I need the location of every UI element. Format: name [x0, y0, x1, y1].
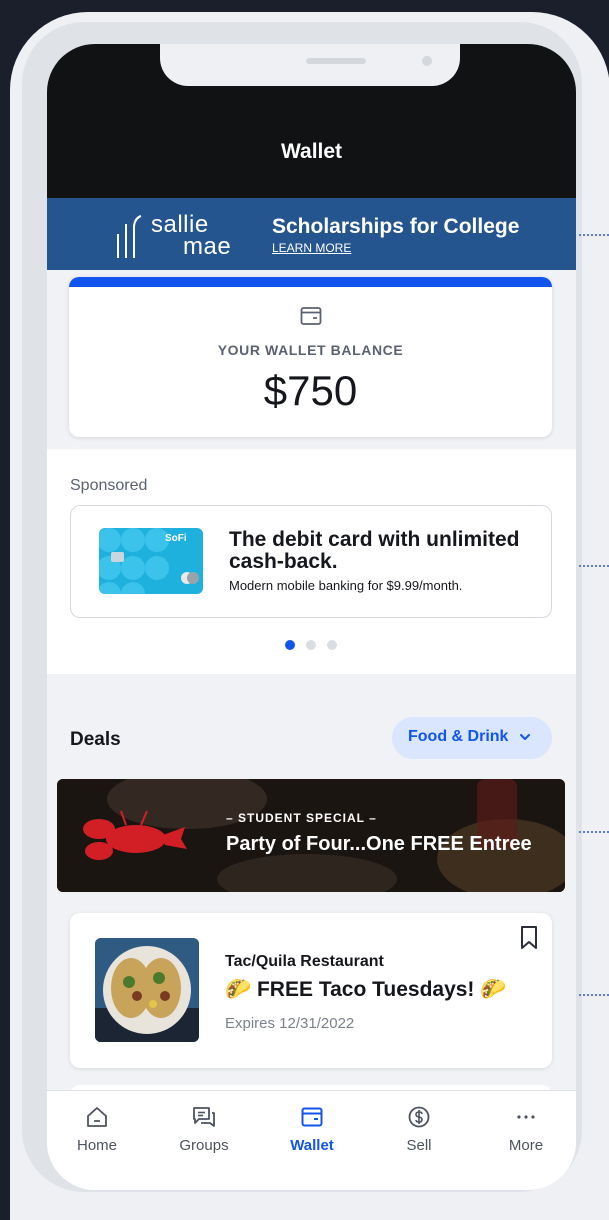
- carousel-dots: [285, 640, 345, 652]
- phone-notch: [160, 44, 460, 86]
- nav-label: Home: [76, 1137, 117, 1154]
- nav-label: Groups: [179, 1137, 229, 1154]
- front-camera: [422, 56, 432, 66]
- sponsored-label: Sponsored: [70, 477, 148, 494]
- sofi-card-pattern-icon: SoFi: [99, 528, 199, 594]
- deals-heading: Deals: [70, 729, 121, 750]
- red-lobster-promo-banner[interactable]: – STUDENT SPECIAL – Party of Four...One …: [57, 779, 565, 892]
- carousel-dot-active[interactable]: [285, 640, 295, 650]
- nav-sell[interactable]: Sell: [374, 1105, 464, 1165]
- top-header: Wallet: [47, 44, 576, 198]
- annotation-line: [579, 831, 609, 833]
- nav-label: Sell: [406, 1137, 432, 1154]
- ad-title: The debit card with unlimited cash-back.: [229, 528, 520, 573]
- sallie-mae-bars-icon: [117, 215, 142, 258]
- balance-label: YOUR WALLET BALANCE: [217, 342, 404, 358]
- bottom-navigation: Home Groups Wallet Sell More: [47, 1090, 576, 1190]
- deal-expiry: Expires 12/31/2022: [225, 1015, 355, 1032]
- ellipsis-icon: [517, 1115, 535, 1119]
- carousel-dot[interactable]: [327, 640, 337, 650]
- annotation-line: [579, 234, 609, 236]
- annotation-line: [579, 565, 609, 567]
- speaker-grille: [306, 58, 366, 64]
- sallie-mae-banner-ad[interactable]: sallie mae Scholarships for College LEAR…: [47, 198, 576, 270]
- sponsored-section: Sponsored SoFi The debit card with unlim…: [47, 449, 576, 674]
- deal-thumbnail: [95, 938, 199, 1042]
- promo-subtitle: – STUDENT SPECIAL –: [226, 811, 377, 825]
- app-screen: Wallet sallie mae Scholarships for Colle…: [47, 44, 576, 1190]
- deal-card[interactable]: Tac/Quila Restaurant 🌮 FREE Taco Tuesday…: [70, 913, 552, 1068]
- nav-home[interactable]: Home: [52, 1105, 142, 1165]
- chevron-down-icon: [520, 734, 530, 740]
- wallet-icon: [301, 1107, 323, 1127]
- category-filter-dropdown[interactable]: Food & Drink: [392, 717, 552, 759]
- carousel-dot[interactable]: [306, 640, 316, 650]
- learn-more-link[interactable]: LEARN MORE: [272, 241, 351, 255]
- balance-value: $750: [263, 367, 358, 414]
- nav-label: Wallet: [290, 1137, 334, 1154]
- deal-restaurant-name: Tac/Quila Restaurant: [225, 953, 384, 970]
- bookmark-icon[interactable]: [519, 925, 539, 951]
- taco-photo-icon: [95, 938, 199, 1042]
- nav-more[interactable]: More: [481, 1105, 571, 1165]
- lobster-logo-icon: [83, 810, 187, 860]
- promo-title: Party of Four...One FREE Entree: [226, 833, 532, 855]
- nav-groups[interactable]: Groups: [159, 1105, 249, 1165]
- wallet-icon: [300, 307, 322, 325]
- sallie-mae-logo: sallie mae: [113, 206, 253, 262]
- sofi-card-image: SoFi: [99, 528, 203, 594]
- card-accent-bar: [69, 277, 552, 287]
- sponsored-ad-card[interactable]: SoFi The debit card with unlimited cash-…: [70, 505, 552, 618]
- page-title: Wallet: [280, 140, 343, 163]
- sofi-brand: SoFi: [165, 533, 187, 544]
- chat-icon: [193, 1107, 215, 1127]
- dollar-icon: [408, 1106, 430, 1128]
- filter-label: Food & Drink: [408, 728, 509, 745]
- nav-label: More: [508, 1137, 544, 1154]
- banner-title: Scholarships for College: [272, 215, 520, 238]
- annotation-line: [579, 994, 609, 996]
- nav-wallet[interactable]: Wallet: [267, 1105, 357, 1165]
- home-icon: [87, 1107, 107, 1127]
- wallet-balance-card: YOUR WALLET BALANCE $750: [69, 277, 552, 437]
- ad-subtitle: Modern mobile banking for $9.99/month.: [229, 578, 463, 593]
- brand-name-line2: mae: [183, 233, 232, 260]
- deal-title: 🌮 FREE Taco Tuesdays! 🌮: [225, 978, 507, 1001]
